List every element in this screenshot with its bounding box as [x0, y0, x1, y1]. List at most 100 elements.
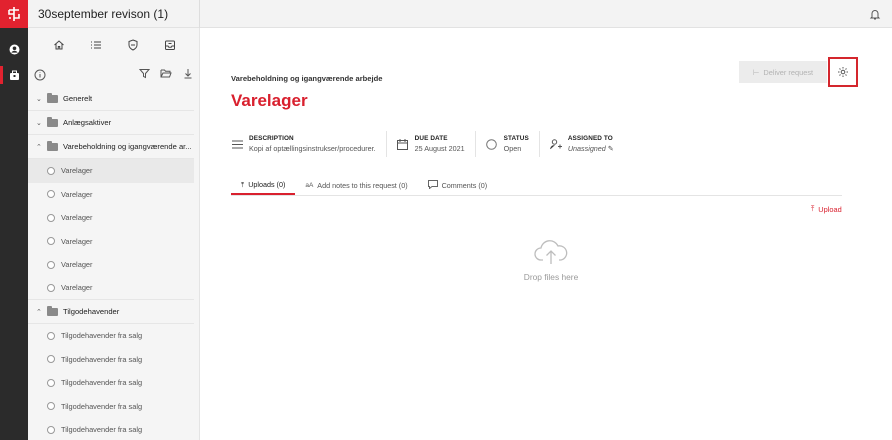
- assign-user-icon: [549, 138, 562, 150]
- pencil-icon[interactable]: ✎: [608, 144, 614, 153]
- tab-comments[interactable]: Comments (0): [418, 176, 498, 195]
- home-icon[interactable]: [52, 38, 66, 52]
- tree-folder[interactable]: ⌃ Tilgodehavender: [28, 300, 194, 324]
- tree-folder[interactable]: ⌄ Generelt: [28, 87, 194, 111]
- status-circle-icon: [47, 213, 55, 222]
- tree-request-label: Varelager: [61, 236, 93, 246]
- due-date-label: DUE DATE: [414, 135, 448, 142]
- folder-icon: [47, 305, 58, 316]
- assigned-to-field[interactable]: ASSIGNED TO Unassigned ✎: [549, 131, 624, 157]
- assigned-to-value: Unassigned: [567, 144, 606, 153]
- file-dropzone[interactable]: Drop files here: [481, 240, 621, 282]
- app-rail: [0, 0, 28, 440]
- status-field[interactable]: STATUS Open: [486, 131, 540, 157]
- sort-down-icon[interactable]: [182, 67, 194, 79]
- tab-uploads[interactable]: ⤒ Uploads (0): [231, 176, 296, 195]
- assigned-to-label: ASSIGNED TO: [567, 135, 613, 142]
- tree-request-label: Varelager: [61, 166, 93, 176]
- tree-request-label: Varelager: [61, 213, 93, 223]
- chevron-up-icon: ⌃: [36, 308, 42, 316]
- status-circle-icon: [47, 425, 55, 434]
- dropzone-text: Drop files here: [523, 272, 579, 282]
- chevron-up-icon: ⌃: [36, 143, 42, 151]
- deliver-request-button[interactable]: ⊢ Deliver request: [739, 61, 827, 83]
- tree-folder[interactable]: ⌄ Anlægsaktiver: [28, 111, 194, 135]
- info-icon[interactable]: [34, 68, 46, 81]
- tree-request-item[interactable]: Tilgodehavender fra salg: [28, 324, 194, 348]
- status-value: Open: [503, 144, 522, 153]
- settings-button[interactable]: [828, 57, 858, 87]
- list-icon[interactable]: [89, 38, 103, 52]
- description-field: DESCRIPTION Kopi af optællingsinstrukser…: [231, 131, 387, 157]
- tree-folder[interactable]: ⌃ Varebeholdning og igangværende ar...: [28, 135, 194, 159]
- upload-button[interactable]: ⤒ Upload: [811, 204, 842, 214]
- folder-icon: [47, 116, 58, 127]
- tree-request-item[interactable]: Varelager: [28, 230, 194, 254]
- tree-folder-label: Anlægsaktiver: [63, 118, 112, 127]
- status-circle-icon: [47, 283, 55, 292]
- tree-request-label: Varelager: [61, 189, 93, 199]
- tree-folder-label: Varebeholdning og igangværende ar...: [63, 142, 192, 151]
- tree-folder-label: Tilgodehavender: [63, 307, 120, 316]
- due-date-value: 25 August 2021: [414, 144, 465, 153]
- engagement-icon[interactable]: [0, 66, 22, 84]
- tree-request-item[interactable]: Tilgodehavender fra salg: [28, 395, 194, 419]
- tree-request-item[interactable]: Varelager: [28, 277, 194, 300]
- topbar-divider: [199, 0, 200, 28]
- tree-request-item[interactable]: Tilgodehavender fra salg: [28, 418, 194, 440]
- account-icon[interactable]: [6, 41, 22, 57]
- tab-label: Comments (0): [441, 181, 488, 190]
- tree-request-item[interactable]: Tilgodehavender fra salg: [28, 348, 194, 372]
- request-tree: ⌄ Generelt ⌄ Anlægsaktiver ⌃ Varebeholdn…: [28, 87, 194, 440]
- tree-request-label: Tilgodehavender fra salg: [61, 331, 143, 341]
- chevron-down-icon: ⌄: [36, 95, 42, 103]
- description-value: Kopi af optællingsinstrukser/procedurer.: [249, 144, 376, 153]
- notification-bell-icon[interactable]: [868, 7, 882, 21]
- filter-icon[interactable]: [138, 67, 150, 79]
- folder-open-icon[interactable]: [160, 67, 172, 79]
- status-circle-icon: [47, 378, 55, 387]
- status-circle-icon: [47, 402, 55, 411]
- due-date-field[interactable]: DUE DATE 25 August 2021: [397, 131, 476, 157]
- app-logo-icon[interactable]: [0, 0, 28, 28]
- engagement-title: 30september revison (1): [38, 7, 169, 21]
- send-icon: ⊢: [752, 67, 760, 77]
- upload-icon: ⤒: [241, 179, 245, 189]
- tree-request-item[interactable]: Varelager: [28, 159, 194, 183]
- comment-icon: [427, 180, 438, 191]
- tree-request-item[interactable]: Varelager: [28, 183, 194, 207]
- status-circle-icon: [47, 355, 55, 364]
- status-circle-icon: [47, 237, 55, 246]
- tree-request-label: Tilgodehavender fra salg: [61, 378, 143, 388]
- tree-request-label: Tilgodehavender fra salg: [61, 401, 143, 411]
- description-icon: [231, 138, 243, 150]
- status-circle-icon: [47, 166, 55, 175]
- tree-request-item[interactable]: Varelager: [28, 253, 194, 277]
- top-bar: 30september revison (1): [28, 0, 892, 28]
- shield-icon[interactable]: [126, 38, 140, 52]
- filter-row: [28, 64, 199, 84]
- request-meta: DESCRIPTION Kopi af optællingsinstrukser…: [231, 131, 634, 157]
- tree-request-item[interactable]: Tilgodehavender fra salg: [28, 371, 194, 395]
- upload-label: Upload: [818, 204, 842, 214]
- request-detail: Varebeholdning og igangværende arbejde V…: [201, 28, 892, 440]
- folder-icon: [47, 92, 58, 103]
- tree-request-label: Tilgodehavender fra salg: [61, 354, 143, 364]
- folder-icon: [47, 140, 58, 151]
- tab-label: Add notes to this request (0): [317, 181, 408, 190]
- tree-folder-label: Generelt: [63, 94, 93, 103]
- description-label: DESCRIPTION: [249, 135, 294, 142]
- breadcrumb: Varebeholdning og igangværende arbejde: [231, 74, 383, 83]
- status-circle-icon: [47, 260, 55, 269]
- deliver-request-label: Deliver request: [763, 67, 814, 77]
- calendar-icon: [397, 138, 409, 150]
- status-circle-icon: [486, 138, 498, 150]
- status-circle-icon: [47, 190, 55, 199]
- inbox-icon[interactable]: [163, 38, 177, 52]
- tree-request-item[interactable]: Varelager: [28, 206, 194, 230]
- page-title: Varelager: [231, 91, 308, 110]
- tab-notes[interactable]: aA Add notes to this request (0): [295, 176, 417, 195]
- sidebar: ⌄ Generelt ⌄ Anlægsaktiver ⌃ Varebeholdn…: [28, 28, 200, 440]
- sidebar-nav: [28, 28, 199, 62]
- notes-icon: aA: [305, 182, 314, 189]
